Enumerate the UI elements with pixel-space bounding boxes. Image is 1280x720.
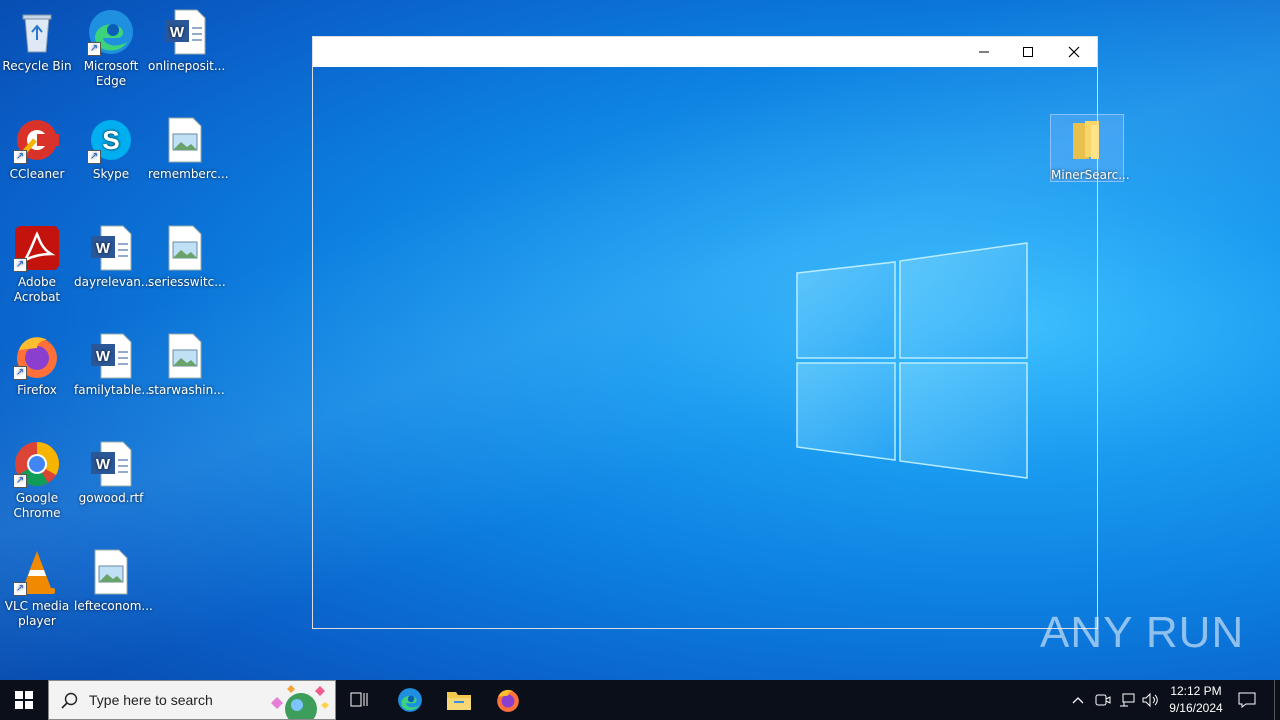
clock-date: 9/16/2024 — [1169, 701, 1223, 715]
svg-text:W: W — [96, 240, 111, 257]
search-placeholder: Type here to search — [89, 692, 213, 708]
adobe-acrobat-icon: ↗ — [13, 224, 61, 272]
svg-text:W: W — [96, 456, 111, 473]
edge-icon — [398, 688, 422, 712]
maximize-button[interactable] — [1005, 37, 1051, 67]
image-file-icon — [161, 116, 209, 164]
icon-label: Adobe Acrobat — [13, 275, 61, 304]
task-view-button[interactable] — [336, 680, 384, 720]
windows-start-icon — [15, 691, 33, 709]
word-document-icon: W — [87, 224, 135, 272]
shortcut-arrow-icon: ↗ — [87, 150, 101, 164]
shortcut-arrow-icon: ↗ — [13, 474, 27, 488]
desktop-icon-image-file[interactable]: lefteconom... — [74, 548, 153, 614]
taskbar-firefox-button[interactable] — [484, 680, 532, 720]
window-titlebar[interactable] — [313, 37, 1097, 67]
taskbar-search-box[interactable]: Type here to search — [48, 680, 336, 720]
desktop-icon-vlc[interactable]: ↗ VLC media player — [0, 548, 74, 629]
taskbar: Type here to search 12:12 PM 9/16/2024 — [0, 680, 1280, 720]
icon-label: familytable... — [74, 383, 153, 397]
watermark: ANY RUN — [1040, 608, 1245, 657]
desktop-icon-word-doc[interactable]: W onlineposit... — [148, 8, 226, 74]
icon-label: lefteconom... — [74, 599, 153, 613]
desktop-icon-image-file[interactable]: seriesswitc... — [148, 224, 226, 290]
desktop-icon-skype[interactable]: S ↗ Skype — [74, 116, 148, 182]
task-view-icon — [350, 692, 368, 707]
desktop-icon-word-doc[interactable]: W dayrelevan... — [74, 224, 153, 290]
desktop-icon-firefox[interactable]: ↗ Firefox — [0, 332, 74, 398]
clock-time: 12:12 PM — [1170, 684, 1222, 698]
close-icon — [1068, 46, 1080, 58]
skype-icon: S ↗ — [87, 116, 135, 164]
shortcut-arrow-icon: ↗ — [87, 42, 101, 56]
firefox-icon: ↗ — [13, 332, 61, 380]
shortcut-arrow-icon: ↗ — [13, 582, 27, 596]
word-document-icon: W — [87, 440, 135, 488]
taskbar-clock[interactable]: 12:12 PM 9/16/2024 — [1160, 683, 1232, 717]
search-icon — [61, 692, 78, 709]
image-file-icon — [161, 332, 209, 380]
desktop-icon-recycle-bin[interactable]: Recycle Bin — [0, 8, 74, 74]
search-highlight-illustration-icon — [271, 685, 329, 719]
icon-label: seriesswitc... — [148, 275, 226, 289]
icon-label: Microsoft Edge — [83, 59, 139, 88]
minimize-icon — [979, 51, 989, 53]
taskbar-edge-button[interactable] — [386, 680, 434, 720]
svg-text:W: W — [170, 24, 185, 41]
icon-label: starwashin... — [148, 383, 225, 397]
file-explorer-icon — [447, 692, 471, 710]
recycle-bin-icon — [13, 8, 61, 56]
google-chrome-icon: ↗ — [13, 440, 61, 488]
svg-text:W: W — [96, 348, 111, 365]
desktop-icon-image-file[interactable]: rememberc... — [148, 116, 229, 182]
start-button[interactable] — [0, 680, 48, 720]
edge-icon: ↗ — [87, 8, 135, 56]
icon-label: Firefox — [17, 383, 57, 397]
network-icon[interactable] — [1117, 690, 1137, 710]
taskbar-file-explorer-button[interactable] — [435, 680, 483, 720]
icon-label: Skype — [92, 167, 130, 181]
icon-label: VLC media player — [4, 599, 70, 628]
image-file-icon — [87, 548, 135, 596]
shortcut-arrow-icon: ↗ — [13, 258, 27, 272]
minimize-button[interactable] — [961, 37, 1007, 67]
show-desktop-button[interactable] — [1274, 680, 1275, 720]
vlc-cone-icon: ↗ — [13, 548, 61, 596]
icon-label: dayrelevan... — [74, 275, 153, 289]
maximize-icon — [1023, 47, 1033, 57]
show-hidden-icons-chevron-up-icon[interactable] — [1068, 690, 1088, 710]
icon-label: Recycle Bin — [2, 59, 72, 73]
desktop-icon-adobe-acrobat[interactable]: ↗ Adobe Acrobat — [0, 224, 74, 305]
svg-text:S: S — [102, 125, 119, 155]
app-window[interactable] — [312, 36, 1098, 629]
icon-label: CCleaner — [9, 167, 65, 181]
desktop-icon-google-chrome[interactable]: ↗ Google Chrome — [0, 440, 74, 521]
icon-label: onlineposit... — [148, 59, 226, 73]
desktop-icon-image-file[interactable]: starwashin... — [148, 332, 225, 398]
ccleaner-icon: ↗ — [13, 116, 61, 164]
icon-label: Google Chrome — [13, 491, 61, 520]
word-document-icon: W — [87, 332, 135, 380]
desktop-icon-word-doc[interactable]: W gowood.rtf — [74, 440, 148, 506]
volume-icon[interactable] — [1141, 690, 1161, 710]
image-file-icon — [161, 224, 209, 272]
close-button[interactable] — [1051, 37, 1097, 67]
shortcut-arrow-icon: ↗ — [13, 150, 27, 164]
action-center-notification-icon[interactable] — [1237, 690, 1257, 710]
desktop-icon-ccleaner[interactable]: ↗ CCleaner — [0, 116, 74, 182]
desktop-icon-microsoft-edge[interactable]: ↗ Microsoft Edge — [74, 8, 148, 89]
icon-label: gowood.rtf — [78, 491, 144, 505]
firefox-icon — [497, 689, 519, 712]
word-document-icon: W — [161, 8, 209, 56]
icon-label: rememberc... — [148, 167, 229, 181]
desktop-icon-word-doc[interactable]: W familytable... — [74, 332, 153, 398]
meet-now-icon[interactable] — [1093, 690, 1113, 710]
shortcut-arrow-icon: ↗ — [13, 366, 27, 380]
